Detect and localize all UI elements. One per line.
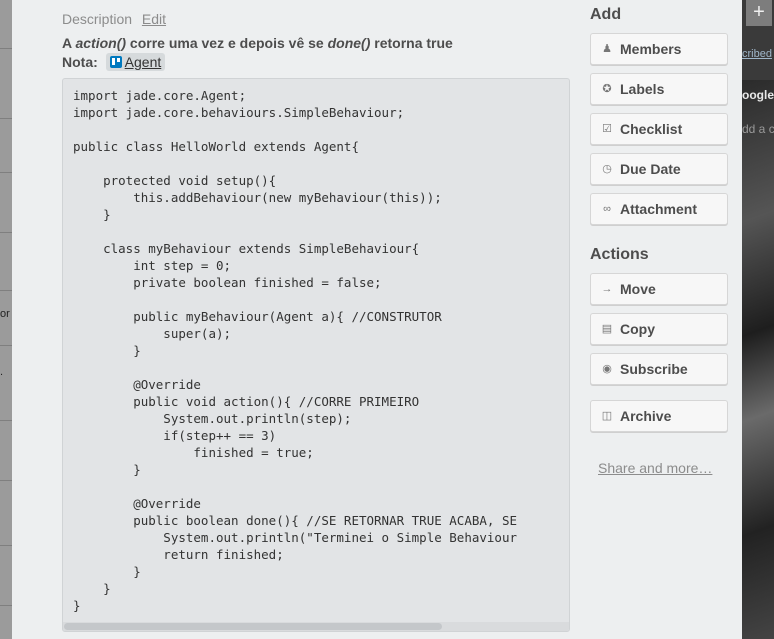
checklist-icon: ☑ xyxy=(602,123,612,135)
description-text-line: A action() corre uma vez e depois vê se … xyxy=(62,35,453,51)
attachment-button[interactable]: ∞ Attachment xyxy=(590,193,728,225)
background-divider xyxy=(0,118,12,119)
add-section-title: Add xyxy=(590,6,622,23)
background-divider xyxy=(0,290,12,291)
trello-icon xyxy=(109,56,122,68)
subscribe-button[interactable]: ◉ Subscribe xyxy=(590,353,728,385)
description-title: Description xyxy=(62,11,133,27)
button-label: Checklist xyxy=(620,121,683,137)
nota-label: Nota: xyxy=(62,54,98,70)
arrow-right-icon: → xyxy=(601,283,613,295)
linked-card-chip[interactable]: Agent xyxy=(105,53,166,71)
button-label: Move xyxy=(620,281,656,297)
background-divider xyxy=(0,48,12,49)
members-button[interactable]: ♟ Members xyxy=(590,33,728,65)
add-list-button[interactable]: + xyxy=(746,0,772,26)
label-icon: ✪ xyxy=(602,83,612,95)
background-divider xyxy=(0,345,12,346)
move-button[interactable]: → Move xyxy=(590,273,728,305)
horizontal-scrollbar[interactable] xyxy=(63,622,569,631)
code-content: import jade.core.Agent; import jade.core… xyxy=(73,88,518,613)
background-text-fragment: oogle xyxy=(742,88,774,102)
code-block: import jade.core.Agent; import jade.core… xyxy=(62,78,570,632)
labels-button[interactable]: ✪ Labels xyxy=(590,73,728,105)
button-label: Members xyxy=(620,41,682,57)
button-label: Attachment xyxy=(620,201,698,217)
edit-description-link[interactable]: Edit xyxy=(142,11,166,27)
person-icon: ♟ xyxy=(602,43,612,55)
actions-section-title: Actions xyxy=(590,246,649,263)
scrollbar-thumb[interactable] xyxy=(64,623,442,630)
button-label: Copy xyxy=(620,321,655,337)
due-date-button[interactable]: ◷ Due Date xyxy=(590,153,728,185)
eye-icon: ◉ xyxy=(602,363,612,375)
archive-icon: ◫ xyxy=(601,410,613,422)
archive-button[interactable]: ◫ Archive xyxy=(590,400,728,432)
background-divider xyxy=(0,420,12,421)
background-divider xyxy=(0,605,12,606)
checklist-button[interactable]: ☑ Checklist xyxy=(590,113,728,145)
background-right-strip: + cribed oogle dd a c xyxy=(742,0,774,639)
copy-button[interactable]: ▤ Copy xyxy=(590,313,728,345)
clock-icon: ◷ xyxy=(602,163,612,175)
button-label: Due Date xyxy=(620,161,681,177)
button-label: Labels xyxy=(620,81,665,97)
description-nota-line: Nota: Agent xyxy=(62,53,166,71)
description-emphasis: action() xyxy=(75,35,127,51)
button-label: Subscribe xyxy=(620,361,688,377)
background-divider xyxy=(0,232,12,233)
background-text-fragment: dd a c xyxy=(742,122,774,136)
button-label: Archive xyxy=(620,408,672,424)
card-detail-modal: Description Edit A action() corre uma ve… xyxy=(12,0,742,639)
description-emphasis: done() xyxy=(327,35,371,51)
background-text-fragment: cribed xyxy=(742,48,772,60)
share-and-more-link[interactable]: Share and more… xyxy=(598,460,712,476)
background-text-fragment: or xyxy=(0,308,10,320)
description-text: A xyxy=(62,35,76,51)
description-header: Description Edit xyxy=(62,11,166,27)
background-divider xyxy=(0,172,12,173)
linked-card-label: Agent xyxy=(124,54,162,70)
description-text: retorna true xyxy=(370,35,453,51)
copy-icon: ▤ xyxy=(601,323,613,335)
paperclip-icon: ∞ xyxy=(603,203,611,215)
background-left-strip: or . xyxy=(0,0,12,639)
background-photo xyxy=(742,80,774,639)
background-divider xyxy=(0,480,12,481)
description-text: corre uma vez e depois vê se xyxy=(126,35,328,51)
background-text-fragment: . xyxy=(0,366,4,378)
background-divider xyxy=(0,545,12,546)
